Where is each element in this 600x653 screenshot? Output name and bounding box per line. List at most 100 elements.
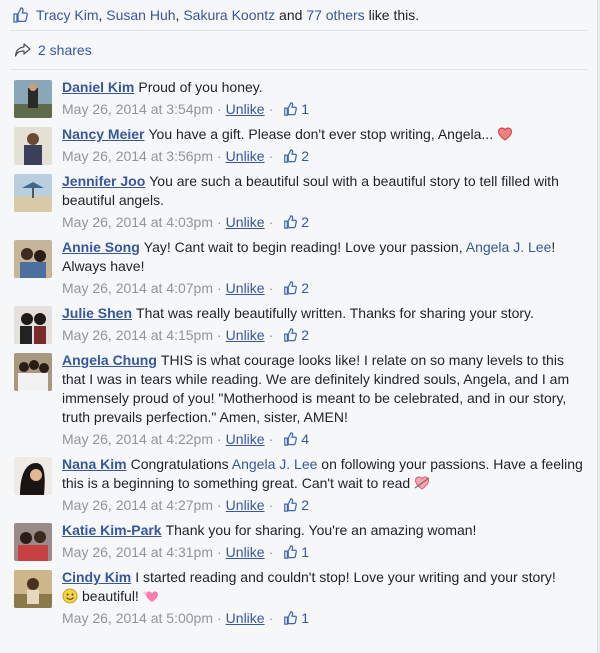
comment: Cindy Kim I started reading and couldn't … xyxy=(0,568,597,630)
unlike-button[interactable]: Unlike xyxy=(226,544,265,560)
comment-text: Proud of you honey. xyxy=(138,79,263,95)
comment-meta: May 26, 2014 at 3:54pm · Unlike · 1 xyxy=(62,97,587,121)
comment-author[interactable]: Angela Chung xyxy=(62,352,157,368)
unlike-button[interactable]: Unlike xyxy=(226,610,265,626)
meta-dot: · xyxy=(268,327,274,343)
meta-dot: · xyxy=(268,148,274,164)
meta-dot: · xyxy=(268,610,274,626)
likes-separator: , xyxy=(175,7,184,23)
avatar[interactable] xyxy=(14,523,52,561)
unlike-button[interactable]: Unlike xyxy=(226,327,265,343)
comment-meta: May 26, 2014 at 5:00pm · Unlike · 1 xyxy=(62,606,587,630)
comment: Julie Shen That was really beautifully wr… xyxy=(0,304,597,347)
like-count[interactable]: 4 xyxy=(301,431,309,447)
comment-list: Daniel Kim Proud of you honey. May 26, 20… xyxy=(0,70,597,630)
comment-text: You have a gift. Please don't ever stop … xyxy=(148,126,494,142)
shares-label: 2 shares xyxy=(38,42,92,58)
meta-dot: · xyxy=(268,101,274,117)
like-count[interactable]: 2 xyxy=(301,214,309,230)
avatar[interactable] xyxy=(14,240,52,278)
shares-link[interactable]: 2 shares xyxy=(0,31,597,69)
thumbs-up-icon[interactable] xyxy=(283,281,298,295)
thumbs-up-icon[interactable] xyxy=(283,545,298,559)
comment-author[interactable]: Julie Shen xyxy=(62,305,132,321)
comment: Jennifer Joo You are such a beautiful sou… xyxy=(0,172,597,234)
unlike-button[interactable]: Unlike xyxy=(226,431,265,447)
thumbs-up-icon[interactable] xyxy=(283,328,298,342)
avatar[interactable] xyxy=(14,457,52,495)
meta-dot: · xyxy=(268,497,274,513)
comment-author[interactable]: Annie Song xyxy=(62,239,140,255)
comment-timestamp[interactable]: May 26, 2014 at 4:15pm xyxy=(62,327,213,343)
meta-dot: · xyxy=(217,280,222,296)
unlike-button[interactable]: Unlike xyxy=(226,497,265,513)
comment-meta: May 26, 2014 at 4:22pm · Unlike · 4 xyxy=(62,427,587,451)
comment-author[interactable]: Jennifer Joo xyxy=(62,173,145,189)
avatar[interactable] xyxy=(14,306,52,344)
comment-timestamp[interactable]: May 26, 2014 at 4:31pm xyxy=(62,544,213,560)
avatar[interactable] xyxy=(14,127,52,165)
comment-timestamp[interactable]: May 26, 2014 at 3:54pm xyxy=(62,101,213,117)
comment-timestamp[interactable]: May 26, 2014 at 4:07pm xyxy=(62,280,213,296)
comment-timestamp[interactable]: May 26, 2014 at 5:00pm xyxy=(62,610,213,626)
comment-author[interactable]: Cindy Kim xyxy=(62,569,131,585)
comment-author[interactable]: Nancy Meier xyxy=(62,126,144,142)
comment-meta: May 26, 2014 at 4:07pm · Unlike · 2 xyxy=(62,276,587,300)
thumbs-up-icon[interactable] xyxy=(283,215,298,229)
meta-dot: · xyxy=(268,214,274,230)
avatar[interactable] xyxy=(14,174,52,212)
comment: Nana Kim Congratulations Angela J. Lee on… xyxy=(0,455,597,517)
thumbs-up-icon xyxy=(13,7,28,23)
comment-meta: May 26, 2014 at 4:31pm · Unlike · 1 xyxy=(62,540,587,564)
meta-dot: · xyxy=(268,431,274,447)
meta-dot: · xyxy=(268,280,274,296)
thumbs-up-icon[interactable] xyxy=(283,102,298,116)
meta-dot: · xyxy=(217,148,222,164)
like-count[interactable]: 1 xyxy=(301,101,309,117)
likes-others-link[interactable]: 77 others xyxy=(306,7,364,23)
comment-meta: May 26, 2014 at 3:56pm · Unlike · 2 xyxy=(62,144,587,168)
like-count[interactable]: 1 xyxy=(301,610,309,626)
smile-emoji-icon xyxy=(62,588,78,604)
unlike-button[interactable]: Unlike xyxy=(226,148,265,164)
unlike-button[interactable]: Unlike xyxy=(226,280,265,296)
comment-author[interactable]: Nana Kim xyxy=(62,456,127,472)
like-count[interactable]: 1 xyxy=(301,544,309,560)
avatar[interactable] xyxy=(14,570,52,608)
like-count[interactable]: 2 xyxy=(301,148,309,164)
comment-timestamp[interactable]: May 26, 2014 at 3:56pm xyxy=(62,148,213,164)
comment-author[interactable]: Katie Kim-Park xyxy=(62,522,162,538)
thumbs-up-icon[interactable] xyxy=(283,432,298,446)
sparkle-heart-icon xyxy=(142,590,158,602)
comment-timestamp[interactable]: May 26, 2014 at 4:03pm xyxy=(62,214,213,230)
avatar[interactable] xyxy=(14,353,52,391)
liker-name-1[interactable]: Tracy Kim xyxy=(36,7,98,23)
like-count[interactable]: 2 xyxy=(301,327,309,343)
mention-link[interactable]: Angela J. Lee xyxy=(466,239,552,255)
comment: Daniel Kim Proud of you honey. May 26, 20… xyxy=(0,78,597,121)
thumbs-up-icon[interactable] xyxy=(283,498,298,512)
liker-name-2[interactable]: Susan Huh xyxy=(106,7,175,23)
comment-text: I started reading and couldn't stop! Lov… xyxy=(135,569,556,585)
avatar[interactable] xyxy=(14,80,52,118)
comments-panel: Tracy Kim, Susan Huh, Sakura Koontz and … xyxy=(0,0,598,653)
unlike-button[interactable]: Unlike xyxy=(226,214,265,230)
thumbs-up-icon[interactable] xyxy=(283,149,298,163)
comment-author[interactable]: Daniel Kim xyxy=(62,79,134,95)
likes-suffix: like this. xyxy=(364,7,420,23)
comment-text: Congratulations xyxy=(130,456,232,472)
meta-dot: · xyxy=(217,431,222,447)
like-count[interactable]: 2 xyxy=(301,280,309,296)
comment-timestamp[interactable]: May 26, 2014 at 4:22pm xyxy=(62,431,213,447)
comment-timestamp[interactable]: May 26, 2014 at 4:27pm xyxy=(62,497,213,513)
mention-link[interactable]: Angela J. Lee xyxy=(232,456,318,472)
like-count[interactable]: 2 xyxy=(301,497,309,513)
unlike-button[interactable]: Unlike xyxy=(226,101,265,117)
comment-meta: May 26, 2014 at 4:27pm · Unlike · 2 xyxy=(62,493,587,517)
likes-summary: Tracy Kim, Susan Huh, Sakura Koontz and … xyxy=(0,0,597,30)
comment-meta: May 26, 2014 at 4:03pm · Unlike · 2 xyxy=(62,210,587,234)
meta-dot: · xyxy=(217,544,222,560)
comment-text: That was really beautifully written. Tha… xyxy=(136,305,534,321)
liker-name-3[interactable]: Sakura Koontz xyxy=(183,7,275,23)
thumbs-up-icon[interactable] xyxy=(283,611,298,625)
